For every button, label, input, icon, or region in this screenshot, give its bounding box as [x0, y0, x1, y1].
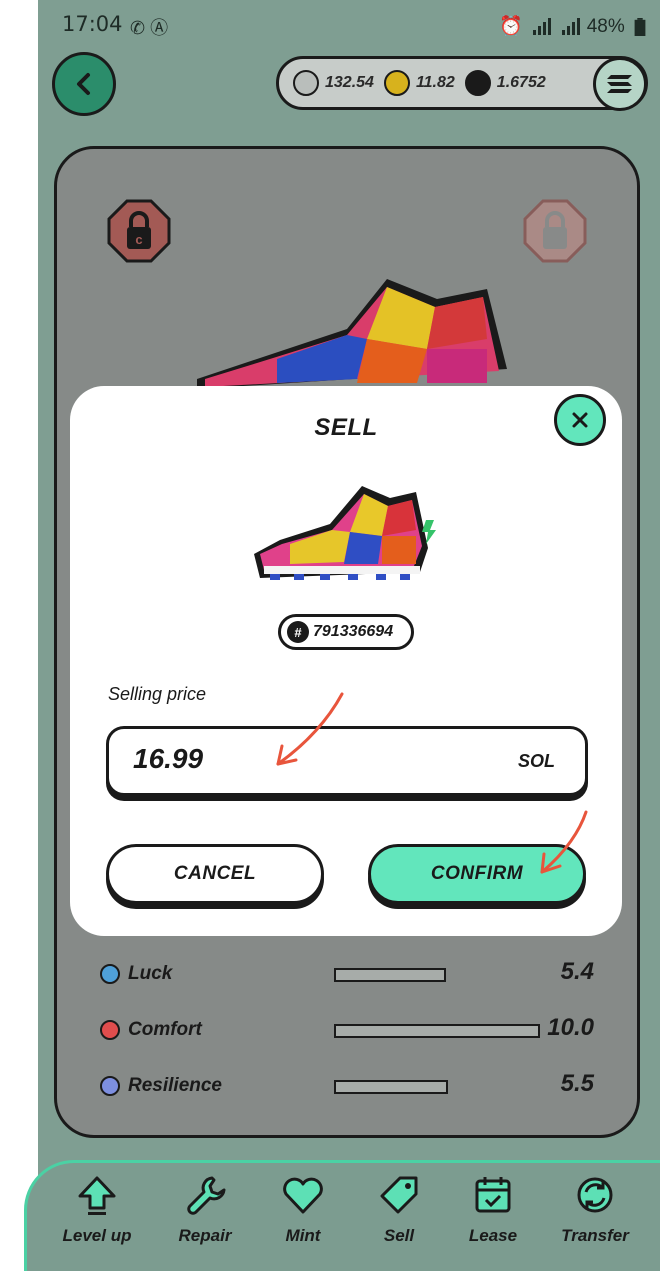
level-up-icon — [78, 1176, 116, 1215]
tab-label: Transfer — [561, 1226, 629, 1245]
gst-balance-value: 11.82 — [415, 74, 455, 91]
tag-icon — [380, 1176, 418, 1214]
signal-icon — [533, 17, 552, 35]
confirm-button[interactable]: CONFIRM — [368, 844, 586, 904]
chevron-left-icon — [77, 73, 90, 95]
selling-price-input[interactable] — [133, 743, 433, 775]
tab-mint[interactable]: Mint — [258, 1172, 348, 1262]
gmt-balance-value: 132.54 — [325, 74, 374, 91]
tab-repair[interactable]: Repair — [160, 1172, 250, 1262]
tab-label: Level up — [62, 1226, 132, 1245]
luck-icon — [100, 964, 120, 984]
selling-price-field[interactable]: SOL — [106, 726, 588, 796]
sneaker-image — [254, 486, 436, 580]
battery-text: 48% — [586, 16, 625, 37]
stat-bar — [334, 1024, 540, 1038]
sol-balance: 1.6752 — [464, 70, 546, 96]
hash-icon: # — [287, 621, 309, 643]
tab-label: Sell — [383, 1226, 415, 1245]
sol-balance-value: 1.6752 — [496, 74, 546, 91]
stat-bar — [334, 968, 446, 982]
token-id-value: 791336694 — [313, 623, 394, 640]
svg-text:c: c — [135, 232, 142, 247]
sell-modal: SELL # 791336694 Selling price SOL CANCE… — [70, 386, 622, 936]
price-label: Selling price — [108, 684, 207, 704]
stat-name: Luck — [128, 963, 173, 984]
tab-label: Repair — [178, 1226, 232, 1245]
tab-sell[interactable]: Sell — [354, 1172, 444, 1262]
stat-row-comfort: Comfort 10.0 — [100, 1012, 600, 1048]
tab-level-up[interactable]: Level up — [52, 1172, 142, 1262]
gmt-coin-icon — [293, 70, 319, 96]
locked-slot-icon[interactable] — [523, 199, 587, 263]
lock-icon[interactable]: c — [107, 199, 171, 263]
heart-icon — [283, 1177, 323, 1214]
token-id-badge: # 791336694 — [278, 614, 414, 650]
stat-value: 5.4 — [560, 958, 594, 985]
battery-icon — [634, 17, 646, 36]
wrench-icon — [187, 1176, 226, 1215]
tab-label: Mint — [285, 1226, 321, 1245]
gst-coin-icon — [383, 70, 410, 96]
modal-title: SELL — [314, 414, 378, 441]
tab-label: Lease — [468, 1226, 518, 1245]
back-button[interactable] — [52, 52, 116, 116]
alarm-icon: ⏰ — [499, 16, 523, 37]
resilience-icon — [100, 1076, 120, 1096]
close-icon — [572, 412, 588, 428]
transfer-icon — [577, 1177, 613, 1213]
comfort-icon — [100, 1020, 120, 1040]
wallet-button[interactable] — [593, 57, 647, 111]
sneaker-image-large — [197, 279, 507, 389]
notification-icons: ✆ Ⓐ — [130, 18, 169, 38]
stat-name: Resilience — [128, 1075, 222, 1096]
currency-unit: SOL — [517, 751, 555, 771]
status-right: ⏰ 48% — [499, 14, 646, 38]
status-time: 17:04 — [62, 12, 123, 36]
stat-row-luck: Luck 5.4 — [100, 956, 600, 992]
tab-transfer[interactable]: Transfer — [550, 1172, 640, 1262]
gst-balance: 11.82 — [383, 70, 455, 96]
signal-4g-icon — [562, 17, 581, 35]
close-button[interactable] — [554, 394, 606, 446]
tab-lease[interactable]: Lease — [448, 1172, 538, 1262]
stat-value: 5.5 — [560, 1070, 594, 1097]
stat-name: Comfort — [128, 1019, 202, 1040]
gmt-balance: 132.54 — [293, 70, 374, 96]
stat-row-resilience: Resilience 5.5 — [100, 1068, 600, 1104]
stat-value: 10.0 — [547, 1014, 594, 1041]
solana-icon — [607, 75, 632, 93]
cancel-button[interactable]: CANCEL — [106, 844, 324, 904]
status-bar: 17:04 ✆ Ⓐ ⏰ 48% — [62, 12, 652, 42]
balance-bar: 132.54 11.82 1.6752 — [276, 56, 648, 111]
sol-coin-icon — [464, 70, 491, 96]
stat-bar — [334, 1080, 448, 1094]
calendar-icon — [475, 1177, 511, 1213]
